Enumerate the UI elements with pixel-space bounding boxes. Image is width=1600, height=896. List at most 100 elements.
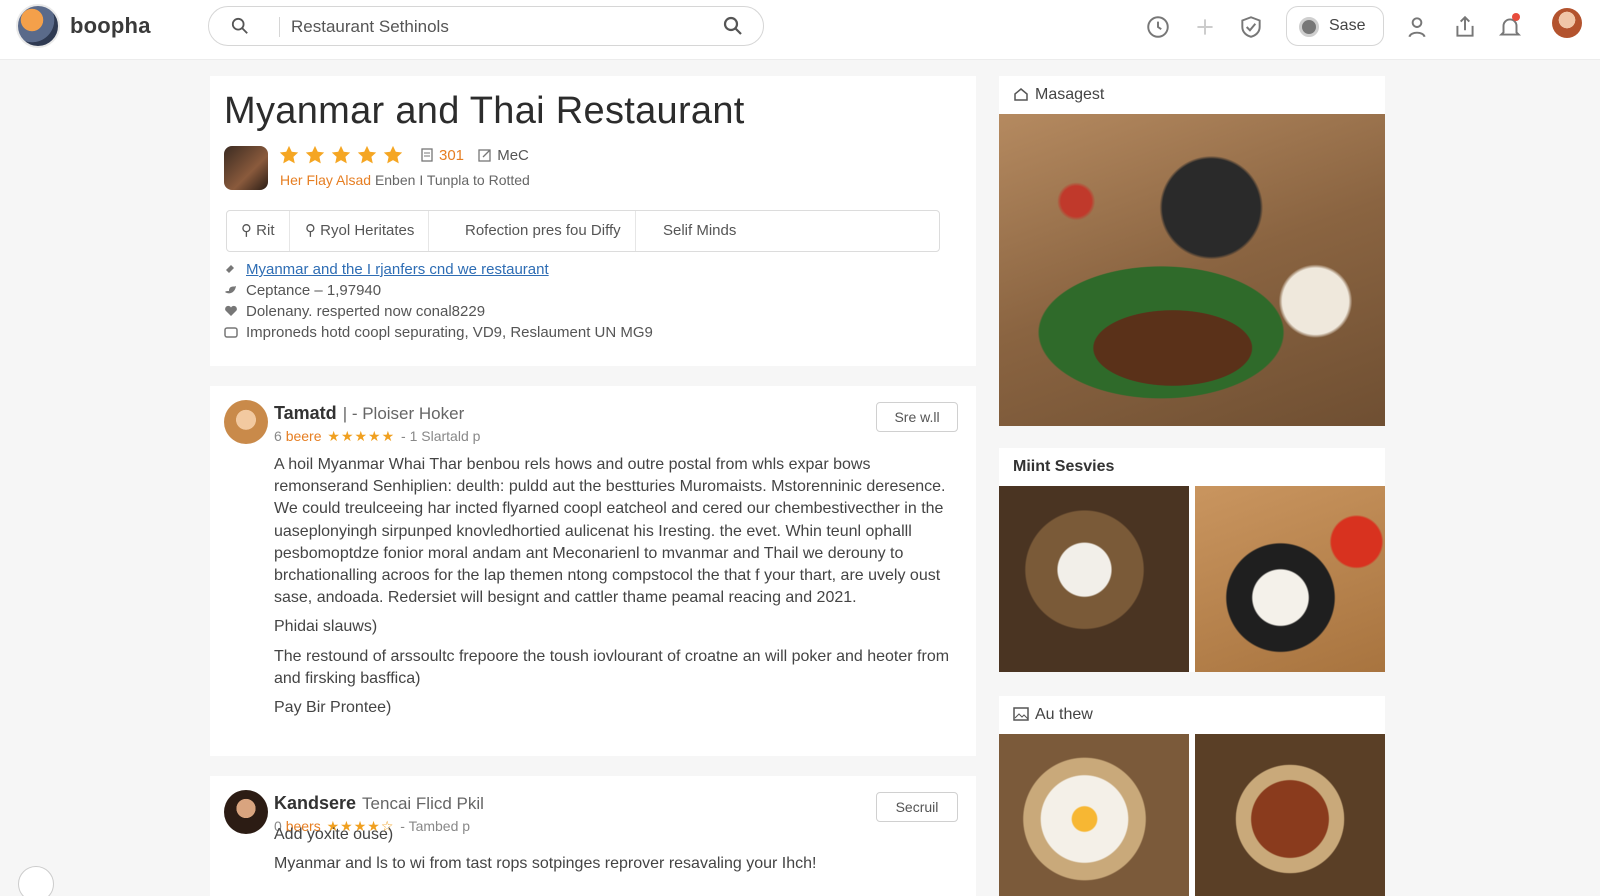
review-paragraph: The restound of arssoultc frepoore the t… bbox=[274, 647, 950, 687]
dish-photo-main[interactable] bbox=[999, 114, 1385, 426]
image-icon bbox=[1013, 707, 1029, 721]
reviewer-name-line: Tamatd | - Ploiser Hoker bbox=[274, 403, 464, 424]
reviewer-avatar[interactable] bbox=[224, 790, 268, 834]
restaurant-link[interactable]: Myanmar and the I rjanfers cnd we restau… bbox=[246, 261, 549, 278]
star-icon bbox=[279, 145, 299, 164]
user-button-label: Sase bbox=[1329, 17, 1366, 34]
app-logo[interactable] bbox=[16, 4, 60, 48]
info-cuisine-row: Ceptance – 1,97940 bbox=[224, 280, 653, 301]
review-paragraph: Add yoxite ouse) bbox=[274, 826, 394, 843]
search-bar[interactable] bbox=[208, 6, 764, 46]
tab-label: Rit bbox=[256, 222, 275, 239]
review-count[interactable]: 301 bbox=[439, 147, 464, 164]
refresh-icon[interactable] bbox=[18, 866, 54, 896]
review-paragraph: Pay Bir Prontee) bbox=[274, 699, 392, 717]
review-card: Tamatd | - Ploiser Hoker 6 beere ★★★★★ - … bbox=[210, 386, 976, 756]
tab-selif-minds[interactable]: Selif Minds bbox=[649, 211, 750, 251]
dish-photo[interactable] bbox=[1195, 734, 1385, 896]
tab-label: Ryol Heritates bbox=[320, 222, 415, 239]
reviewer-name[interactable]: Kandsere bbox=[274, 793, 356, 813]
sidebar-section-title: Miint Sesvies bbox=[1013, 458, 1115, 475]
reviewer-name-line: Kandsere Tencai Flicd Pkil bbox=[274, 793, 484, 814]
restaurant-info: Myanmar and the I rjanfers cnd we restau… bbox=[224, 259, 653, 343]
reviewer-stats: 6 beere ★★★★★ - 1 Slartald p bbox=[274, 428, 480, 445]
camera-icon bbox=[224, 327, 238, 338]
sidebar-section-header: Masagest bbox=[999, 76, 1385, 114]
rating-stars bbox=[278, 144, 408, 168]
heart-icon bbox=[225, 305, 237, 316]
share-icon[interactable] bbox=[1452, 14, 1478, 40]
review-paragraph: Myanmar and ls to wi from tast rops sotp… bbox=[274, 855, 817, 873]
dish-photo[interactable] bbox=[999, 486, 1189, 672]
meta-separator: I bbox=[419, 172, 427, 188]
reviewer-count: 6 bbox=[274, 428, 282, 444]
reviewer-name[interactable]: Tamatd bbox=[274, 403, 337, 423]
sidebar-gallery-section: Au thew bbox=[999, 696, 1385, 896]
sidebar-section-title: Masagest bbox=[1035, 86, 1105, 103]
review-stars: ★★★★★ bbox=[327, 428, 396, 444]
review-follow-button[interactable]: Sre w.ll bbox=[876, 402, 958, 432]
bird-icon bbox=[225, 286, 236, 294]
tab-label: Rofection pres fou Diffy bbox=[465, 222, 621, 239]
review-body: Add yoxite ouse) Myanmar and ls to wi fr… bbox=[274, 824, 964, 882]
sidebar-section-header: Miint Sesvies bbox=[999, 448, 1385, 486]
account-avatar[interactable] bbox=[1552, 8, 1582, 38]
link-icon bbox=[226, 265, 234, 273]
review-body: A hoil Myanmar Whai Thar benbou rels how… bbox=[274, 454, 964, 726]
profile-icon[interactable] bbox=[1404, 14, 1430, 40]
magnifier-icon: ⚲ bbox=[305, 222, 321, 239]
review-paragraph: Phidai slauws) bbox=[274, 618, 378, 636]
shield-check-icon[interactable] bbox=[1238, 14, 1264, 40]
search-icon[interactable] bbox=[231, 17, 249, 35]
person-icon: ⚲ bbox=[241, 222, 257, 239]
home-icon bbox=[1014, 88, 1028, 101]
reviewer-count-label: beere bbox=[285, 428, 322, 444]
plus-icon[interactable] bbox=[1192, 14, 1218, 40]
info-cuisine: Ceptance – 1,97940 bbox=[246, 282, 382, 299]
edit-label[interactable]: MeC bbox=[497, 147, 529, 164]
review-follow-button[interactable]: Secruil bbox=[876, 792, 958, 822]
rating-meta: 301 MeC bbox=[420, 147, 529, 164]
user-status-icon bbox=[1299, 17, 1319, 37]
brand-name[interactable]: boopha bbox=[70, 13, 151, 39]
dish-photo[interactable] bbox=[999, 734, 1189, 896]
sidebar-photos-section: Masagest bbox=[999, 76, 1385, 426]
tab-rit[interactable]: ⚲ Rit bbox=[227, 211, 290, 251]
review-time: - 1 Slartald p bbox=[401, 428, 481, 444]
star-icon bbox=[357, 145, 377, 164]
search-input[interactable] bbox=[291, 15, 701, 39]
review-paragraph: A hoil Myanmar Whai Thar benbou rels how… bbox=[274, 456, 946, 607]
star-icon bbox=[331, 145, 351, 164]
sidebar-section-title: Au thew bbox=[1035, 706, 1093, 723]
info-phone: Dolenany. resperted now conal8229 bbox=[246, 303, 486, 320]
reviews-icon bbox=[421, 148, 433, 162]
restaurant-tabs: ⚲ Rit ⚲ Ryol Heritates Rofection pres fo… bbox=[226, 210, 940, 252]
owner-meta: Enben bbox=[374, 172, 416, 188]
tab-heritates[interactable]: ⚲ Ryol Heritates bbox=[291, 211, 430, 251]
search-submit-icon[interactable] bbox=[723, 16, 743, 36]
notification-dot bbox=[1512, 13, 1520, 21]
location-meta: Tunpla to Rotted bbox=[426, 172, 530, 188]
restaurant-title: Myanmar and Thai Restaurant bbox=[224, 90, 745, 132]
review-card: Kandsere Tencai Flicd Pkil 0 beers ★★★★☆ … bbox=[210, 776, 976, 896]
reviewer-avatar[interactable] bbox=[224, 400, 268, 444]
dish-photo[interactable] bbox=[1195, 486, 1385, 672]
info-link-row: Myanmar and the I rjanfers cnd we restau… bbox=[224, 259, 653, 280]
sidebar-section-header: Au thew bbox=[999, 696, 1385, 734]
owner-photo[interactable] bbox=[224, 146, 268, 190]
search-divider bbox=[279, 17, 280, 37]
edit-icon bbox=[478, 149, 491, 162]
star-icon bbox=[305, 145, 325, 164]
info-phone-row: Dolenany. resperted now conal8229 bbox=[224, 301, 653, 322]
star-icon bbox=[383, 145, 403, 164]
top-bar: boopha Sase bbox=[0, 0, 1600, 60]
tab-rofection[interactable]: Rofection pres fou Diffy bbox=[451, 211, 636, 251]
reviewer-role: | - Ploiser Hoker bbox=[342, 404, 465, 423]
tab-label: Selif Minds bbox=[663, 222, 737, 239]
user-button[interactable]: Sase bbox=[1286, 6, 1384, 46]
clock-icon[interactable] bbox=[1145, 14, 1171, 40]
owner-tag[interactable]: Her Flay Alsad bbox=[280, 172, 371, 188]
info-address: Improneds hotd coopl sepurating, VD9, Re… bbox=[246, 324, 653, 341]
restaurant-card: Myanmar and Thai Restaurant 301 MeC Her … bbox=[210, 76, 976, 366]
sidebar-services-section: Miint Sesvies bbox=[999, 448, 1385, 672]
